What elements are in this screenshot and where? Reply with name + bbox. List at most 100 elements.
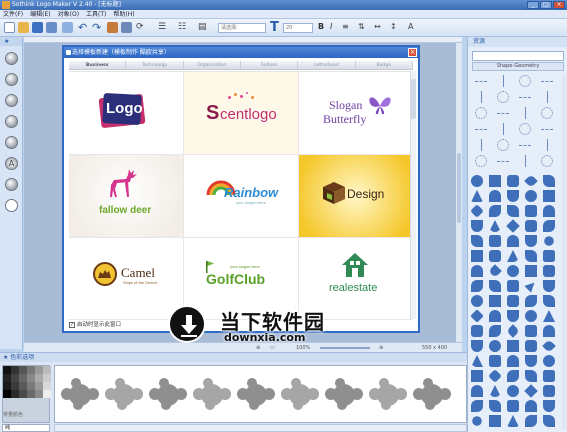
logo-template-rainbow[interactable]: Rainbow your slogan here	[184, 155, 299, 238]
font-size-select[interactable]: 20	[283, 23, 313, 33]
open-icon[interactable]	[18, 22, 29, 33]
dialog-scrollbar[interactable]	[410, 71, 416, 319]
shape-preset-item[interactable]	[470, 414, 484, 428]
shape-preset-item[interactable]	[543, 295, 555, 307]
line-preset-item[interactable]	[541, 81, 553, 82]
line-preset-item[interactable]	[497, 113, 509, 114]
canvas-vertical-scrollbar[interactable]	[456, 43, 462, 343]
line-preset-item[interactable]	[503, 75, 504, 87]
line-preset-item[interactable]	[541, 155, 553, 167]
shape-preset-item[interactable]	[471, 400, 483, 412]
resource-search-input[interactable]	[472, 51, 564, 61]
shape-preset-item[interactable]	[489, 250, 501, 262]
gradient-circle-tool-icon[interactable]	[5, 178, 18, 191]
line-preset-item[interactable]	[475, 129, 487, 130]
shape-preset-item[interactable]	[470, 204, 484, 218]
line-preset-item[interactable]	[519, 123, 531, 135]
line-preset-item[interactable]	[475, 107, 487, 119]
shape-preset-item[interactable]	[543, 310, 555, 322]
minimize-button[interactable]: _	[527, 1, 539, 9]
color-swatch[interactable]	[43, 366, 51, 374]
shape-preset-item[interactable]	[489, 175, 501, 187]
color-mode-select[interactable]: 纯	[2, 424, 50, 432]
shape-preset-item[interactable]	[470, 309, 484, 323]
shape-preset-item[interactable]	[489, 205, 501, 217]
color-preset-item[interactable]	[237, 378, 277, 412]
text-effect-icon[interactable]: A	[408, 22, 419, 33]
shape-preset-item[interactable]	[507, 190, 519, 202]
logo-template-scentlogo[interactable]: S centlogo	[184, 72, 299, 155]
line-preset-item[interactable]	[541, 107, 553, 119]
shape-preset-item[interactable]	[507, 400, 519, 412]
color-swatch[interactable]	[35, 366, 43, 374]
shape-preset-item[interactable]	[543, 175, 555, 187]
text-align-icon[interactable]: ≡	[342, 22, 353, 33]
pen-icon[interactable]	[107, 22, 118, 33]
shape-preset-item[interactable]	[524, 279, 538, 293]
line-height-icon[interactable]: ↕	[390, 22, 401, 33]
shape-preset-item[interactable]	[543, 415, 555, 427]
color-preset-item[interactable]	[105, 378, 145, 412]
color-strip-scrollbar[interactable]	[54, 424, 467, 432]
logo-template-camel[interactable]: Camel Ships of the Desert	[69, 238, 184, 320]
shape-preset-item[interactable]	[488, 369, 502, 383]
shape-preset-item[interactable]	[507, 385, 519, 397]
color-preset-item[interactable]	[149, 378, 189, 412]
empty-circle-tool-icon[interactable]	[5, 199, 18, 212]
shape-preset-item[interactable]	[543, 250, 555, 262]
preview-icon[interactable]	[62, 22, 73, 33]
tab-business[interactable]: Business	[69, 61, 127, 69]
color-swatch[interactable]	[35, 390, 43, 398]
line-preset-item[interactable]	[525, 155, 526, 167]
shape-preset-item[interactable]	[471, 385, 483, 397]
shape-preset-item[interactable]	[543, 280, 555, 292]
color-swatch[interactable]	[27, 390, 35, 398]
shape-preset-item[interactable]	[489, 340, 501, 352]
color-swatch[interactable]	[43, 390, 51, 398]
shape-preset-item[interactable]	[525, 370, 537, 382]
shape-preset-item[interactable]	[543, 325, 555, 337]
shape-preset-item[interactable]	[471, 220, 483, 232]
menu-edit[interactable]: 编辑(E)	[30, 10, 50, 18]
shape-preset-item[interactable]	[489, 415, 501, 427]
menu-object[interactable]: 对象(O)	[58, 10, 79, 18]
shape-preset-item[interactable]	[471, 265, 483, 277]
color-preset-item[interactable]	[193, 378, 233, 412]
shape-preset-item[interactable]	[525, 310, 537, 322]
shape-preset-item[interactable]	[525, 235, 537, 247]
color-swatch[interactable]	[3, 374, 11, 382]
color-swatch[interactable]	[35, 382, 43, 390]
shape-preset-item[interactable]	[525, 250, 537, 262]
shape-preset-item[interactable]	[507, 280, 519, 292]
shape-preset-item[interactable]	[507, 370, 519, 382]
font-family-select[interactable]: 请选择:	[218, 23, 266, 33]
color-preset-item[interactable]	[325, 378, 365, 412]
color-swatch[interactable]	[19, 390, 27, 398]
color-swatch[interactable]	[19, 382, 27, 390]
shape-preset-item[interactable]	[525, 400, 537, 412]
shape-preset-item[interactable]	[506, 324, 520, 338]
shape-preset-item[interactable]	[543, 205, 555, 217]
color-swatch[interactable]	[3, 366, 11, 374]
color-swatch[interactable]	[27, 382, 35, 390]
scrollbar-thumb[interactable]	[457, 153, 461, 223]
shape-preset-item[interactable]	[507, 415, 519, 427]
shape-preset-item[interactable]	[489, 295, 501, 307]
shape-preset-item[interactable]	[507, 265, 519, 277]
shape-preset-item[interactable]	[525, 220, 537, 232]
menu-help[interactable]: 帮助(H)	[113, 10, 134, 18]
logo-template-design[interactable]: Design	[299, 155, 413, 238]
color-preset-strip[interactable]	[54, 365, 467, 423]
shape-preset-item[interactable]	[524, 384, 538, 398]
disc-tool-icon[interactable]	[5, 136, 18, 149]
menu-file[interactable]: 文件(F)	[3, 10, 23, 18]
shape-preset-item[interactable]	[524, 174, 538, 188]
align-icon[interactable]: ☰	[158, 22, 169, 33]
shape-preset-item[interactable]	[471, 340, 483, 352]
shape-preset-item[interactable]	[489, 220, 501, 232]
shape-preset-item[interactable]	[471, 355, 483, 367]
italic-icon[interactable]: I	[330, 22, 341, 33]
line-preset-item[interactable]	[481, 139, 482, 151]
shape-preset-item[interactable]	[489, 235, 501, 247]
shape-preset-item[interactable]	[507, 175, 519, 187]
